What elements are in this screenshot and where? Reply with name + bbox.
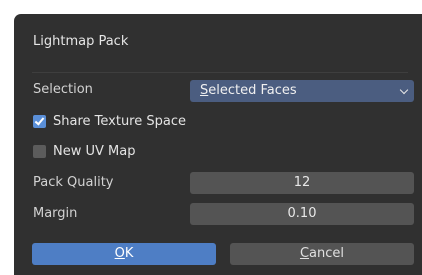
cancel-button[interactable]: Cancel (230, 243, 414, 265)
ok-label: K (124, 246, 134, 261)
checkbox-unchecked-icon[interactable] (33, 144, 46, 158)
new-uv-map-checkbox[interactable]: New UV Map (33, 142, 135, 160)
cancel-mnemonic: C (299, 246, 310, 261)
pack-quality-field[interactable]: 12 (190, 172, 414, 194)
cancel-label: ancel (309, 246, 345, 261)
checkbox-checked-icon[interactable] (33, 114, 46, 128)
lightmap-pack-dialog: Lightmap Pack Selection Selected Faces S… (14, 14, 422, 275)
ok-mnemonic: O (114, 246, 125, 261)
dialog-title: Lightmap Pack (33, 34, 129, 49)
margin-field[interactable]: 0.10 (190, 203, 414, 225)
pack-quality-label: Pack Quality (33, 175, 114, 190)
new-uv-map-label: New UV Map (53, 143, 136, 159)
margin-label: Margin (33, 206, 78, 221)
selection-label: Selection (33, 82, 93, 97)
title-divider (32, 72, 408, 73)
selection-dropdown[interactable]: Selected Faces (190, 80, 414, 102)
chevron-down-icon (399, 85, 409, 95)
share-texture-space-checkbox[interactable]: Share Texture Space (33, 112, 186, 130)
selection-value: elected Faces (208, 83, 297, 98)
ok-button[interactable]: OK (32, 243, 216, 265)
share-texture-space-label: Share Texture Space (53, 113, 186, 129)
